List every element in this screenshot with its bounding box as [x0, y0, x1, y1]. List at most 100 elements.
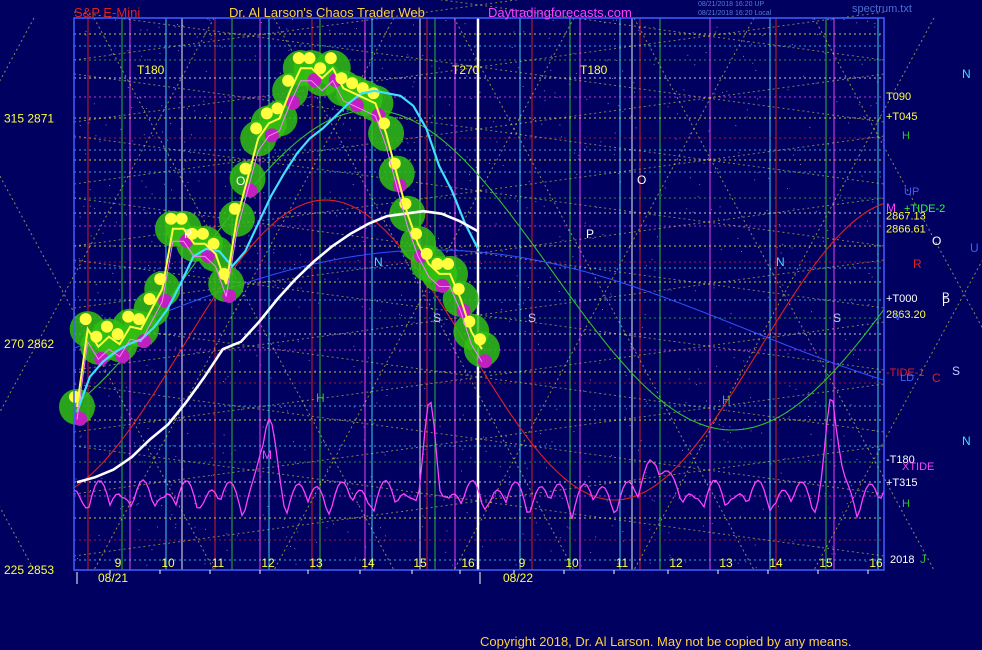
x-hour-tick: 14: [361, 556, 375, 570]
star-dot: [187, 181, 189, 183]
star-dot: [480, 263, 482, 265]
star-dot: [446, 117, 447, 119]
star-dot: [334, 258, 336, 260]
star-dot: [726, 90, 728, 92]
star-dot: [185, 160, 187, 162]
star-dot: [699, 424, 701, 426]
star-dot: [75, 478, 77, 480]
star-dot: [353, 406, 355, 408]
star-dot: [858, 358, 860, 360]
x-hour-tick: 10: [161, 556, 175, 570]
star-dot: [470, 457, 472, 459]
price-dot: [164, 212, 177, 225]
star-dot: [284, 335, 286, 337]
star-dot: [210, 475, 212, 477]
star-dot: [792, 154, 794, 156]
right-line-label: UP: [904, 186, 919, 198]
star-dot: [676, 113, 678, 115]
star-dot: [743, 360, 745, 362]
star-dot: [112, 272, 114, 274]
x-hour-tick: 13: [719, 556, 733, 570]
chart-canvas: 315 2871270 2862225 28532867.132866.6128…: [0, 0, 982, 585]
star-dot: [278, 345, 280, 347]
star-dot: [141, 180, 143, 182]
star-dot: [295, 563, 297, 565]
star-dot: [840, 195, 842, 197]
star-dot: [99, 141, 101, 143]
right-line-label: V: [894, 311, 902, 323]
star-dot: [682, 449, 683, 451]
star-dot: [85, 30, 87, 32]
energy-blob: [435, 278, 450, 293]
star-dot: [737, 562, 739, 564]
star-dot: [177, 24, 178, 25]
star-dot: [746, 116, 748, 118]
star-dot: [584, 222, 586, 224]
star-dot: [341, 33, 343, 35]
star-dot: [694, 64, 696, 66]
star-dot: [485, 450, 487, 452]
star-dot: [170, 122, 172, 124]
price-dot: [260, 107, 273, 120]
star-dot: [109, 452, 110, 454]
price-dot: [111, 328, 124, 341]
star-dot: [727, 441, 729, 443]
star-dot: [120, 416, 122, 418]
star-dot: [872, 201, 874, 203]
star-dot: [111, 54, 113, 56]
star-dot: [125, 214, 127, 216]
star-dot: [146, 108, 148, 109]
star-dot: [661, 194, 663, 196]
update-stamp-1: 08/21/2018 16:20 UP: [698, 1, 765, 8]
star-dot: [143, 209, 145, 211]
top-cycle-label: T180: [580, 63, 608, 77]
star-dot: [437, 296, 439, 298]
star-dot: [192, 271, 194, 272]
star-dot: [526, 467, 528, 469]
star-dot: [146, 564, 148, 566]
star-dot: [126, 386, 128, 388]
star-dot: [353, 366, 355, 367]
star-dot: [518, 303, 520, 305]
star-dot: [540, 433, 542, 434]
star-dot: [576, 174, 578, 175]
star-dot: [664, 187, 666, 189]
star-dot: [614, 132, 616, 134]
x-hour-tick: 16: [869, 556, 883, 570]
star-dot: [535, 201, 537, 203]
planet-marker: R: [913, 257, 922, 271]
star-dot: [424, 448, 426, 450]
star-dot: [135, 78, 137, 80]
star-dot: [226, 549, 228, 551]
star-dot: [830, 19, 832, 21]
star-dot: [142, 108, 144, 109]
site-link[interactable]: Daytradingforecasts.com: [488, 5, 632, 20]
right-line-label: H: [902, 130, 910, 142]
chart-marker-letter: H: [316, 391, 325, 405]
star-dot: [261, 299, 263, 301]
x-hour-tick: 11: [616, 556, 629, 570]
star-dot: [645, 400, 647, 402]
star-dot: [791, 44, 793, 45]
right-line-label: XTIDE: [902, 461, 934, 473]
star-dot: [762, 35, 764, 37]
star-dot: [651, 259, 653, 261]
star-dot: [819, 359, 821, 361]
star-dot: [593, 409, 595, 411]
star-dot: [808, 416, 810, 417]
star-dot: [120, 128, 122, 130]
star-dot: [633, 82, 635, 84]
star-dot: [77, 296, 79, 298]
star-dot: [541, 123, 543, 125]
star-dot: [262, 426, 264, 428]
star-dot: [719, 206, 721, 208]
star-dot: [361, 381, 363, 383]
star-dot: [580, 565, 582, 567]
star-dot: [711, 523, 713, 524]
star-dot: [702, 99, 704, 101]
star-dot: [546, 467, 547, 469]
star-dot: [588, 475, 590, 477]
x-hour-tick: 15: [413, 556, 427, 570]
star-dot: [861, 175, 863, 177]
star-dot: [624, 416, 626, 418]
